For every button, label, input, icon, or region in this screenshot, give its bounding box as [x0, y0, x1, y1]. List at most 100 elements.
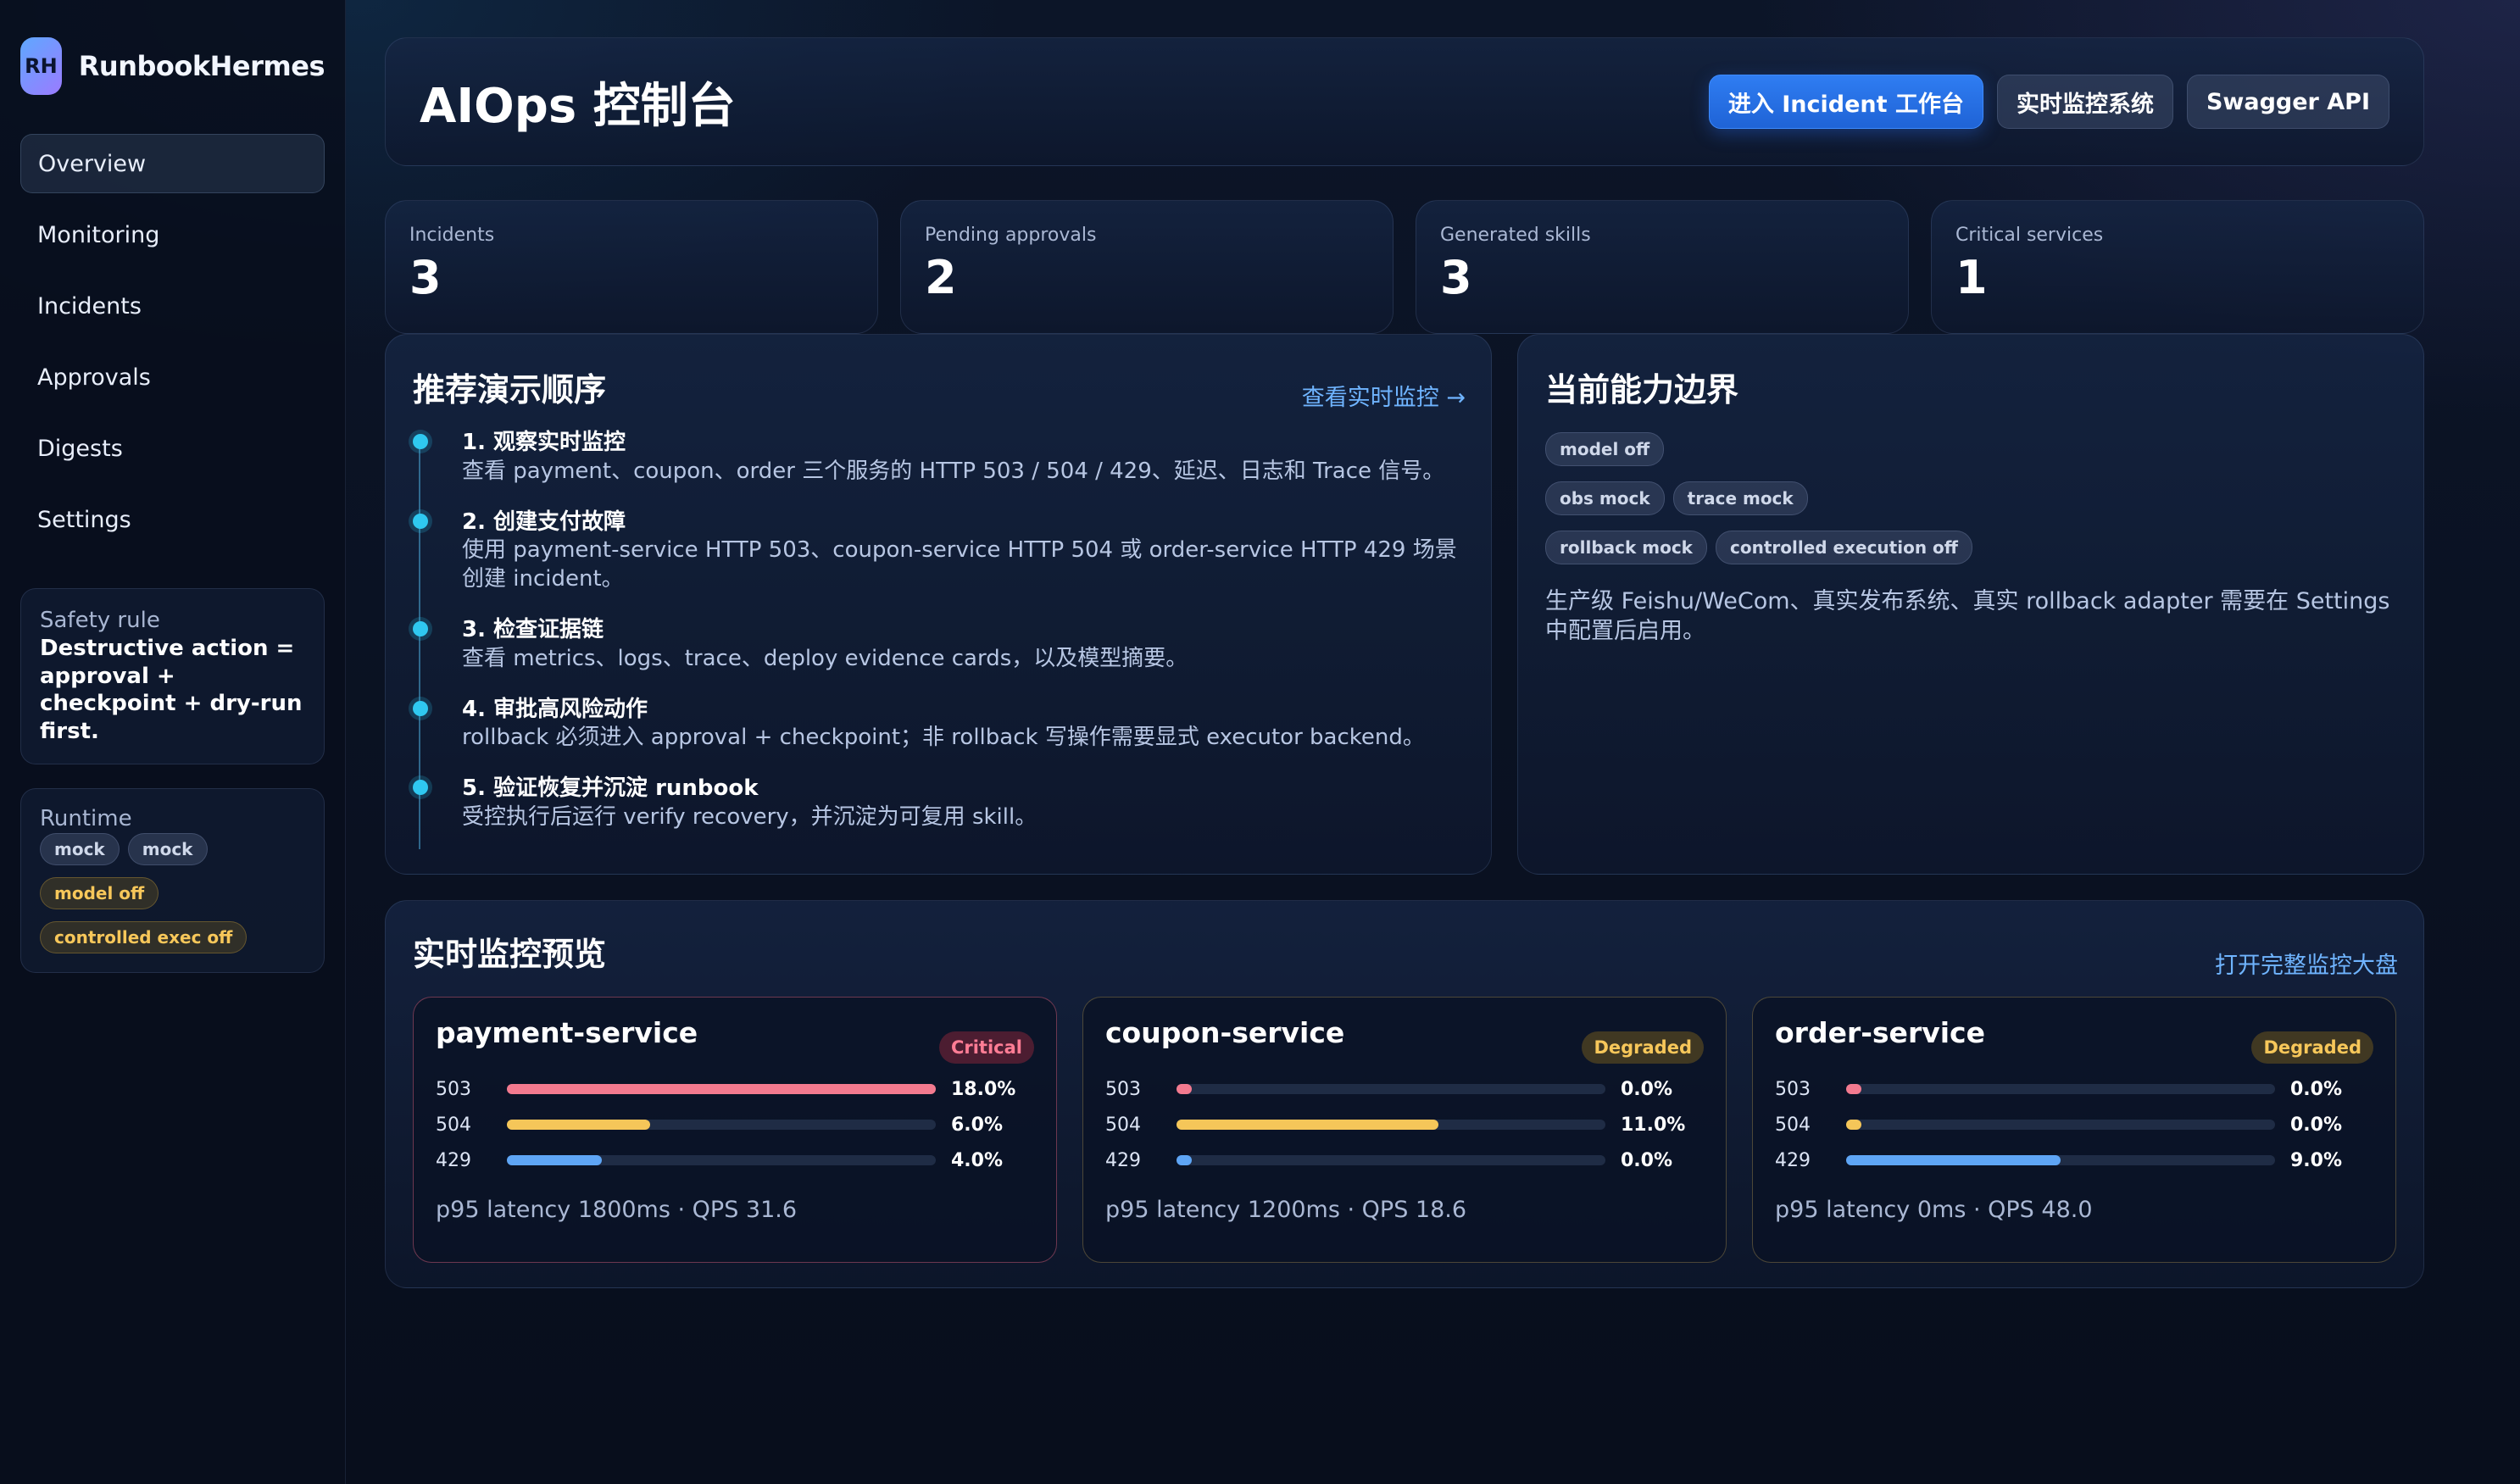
step-dot-icon [413, 620, 428, 636]
stats-row: Incidents 3 Pending approvals 2 Generate… [385, 200, 2424, 334]
capability-bounds-panel: 当前能力边界 model off obs mock trace mock rol… [1517, 334, 2424, 875]
bar-track [507, 1155, 936, 1165]
sidebar-item-monitoring[interactable]: Monitoring [20, 205, 325, 264]
step-description: 查看 metrics、logs、trace、deploy evidence ca… [462, 645, 1188, 671]
brand[interactable]: RH RunbookHermes [20, 37, 325, 95]
capability-chips: model off obs mock trace mock rollback m… [1545, 432, 2396, 564]
step-title: 2. 创建支付故障 [462, 509, 626, 535]
capability-chip: controlled execution off [1715, 531, 1972, 564]
bar-percent: 6.0% [951, 1114, 1004, 1136]
header-actions: 进入 Incident 工作台 实时监控系统 Swagger API [1708, 75, 2389, 129]
safety-rule-text: Destructive action = approval + checkpoi… [40, 636, 303, 744]
runtime-chip-obs: mock [40, 833, 120, 865]
swagger-api-button[interactable]: Swagger API [2186, 75, 2389, 129]
error-rate-bars: 503 0.0% 504 0.0% 429 9.0% [1775, 1071, 2373, 1178]
bar-row-429: 429 0.0% [1105, 1142, 1704, 1178]
capability-chip: rollback mock [1545, 531, 1707, 564]
stat-value: 3 [1440, 251, 1472, 304]
bar-row-503: 503 18.0% [436, 1071, 1034, 1107]
service-latency-qps: p95 latency 1800ms · QPS 31.6 [436, 1197, 798, 1223]
bar-row-504: 504 11.0% [1105, 1107, 1704, 1142]
stat-value: 3 [409, 251, 442, 304]
sidebar: RH RunbookHermes Overview Monitoring Inc… [0, 0, 346, 1484]
bar-code: 429 [1105, 1149, 1141, 1171]
service-card-coupon[interactable]: coupon-service Degraded 503 0.0% 504 11.0% 4… [1082, 997, 1727, 1263]
step-description: 查看 payment、coupon、order 三个服务的 HTTP 503 /… [462, 458, 1445, 484]
stat-value: 2 [925, 251, 957, 304]
demo-order-panel: 推荐演示顺序 查看实时监控 → 1. 观察实时监控 查看 payment、cou… [385, 334, 1492, 875]
bar-code: 503 [1775, 1078, 1811, 1100]
bar-code: 503 [1105, 1078, 1141, 1100]
capability-chip: obs mock [1545, 481, 1665, 515]
stat-card-incidents: Incidents 3 [385, 200, 878, 334]
bar-percent: 0.0% [2290, 1114, 2343, 1136]
incident-workbench-button[interactable]: 进入 Incident 工作台 [1708, 75, 1983, 129]
service-latency-qps: p95 latency 1200ms · QPS 18.6 [1105, 1197, 1467, 1223]
bar-percent: 11.0% [1621, 1114, 1686, 1136]
bar-percent: 0.0% [1621, 1078, 1673, 1100]
runtime-card: Runtime mock mock model off controlled e… [20, 788, 325, 973]
service-latency-qps: p95 latency 0ms · QPS 48.0 [1775, 1197, 2093, 1223]
bar-track [1177, 1084, 1605, 1094]
bar-code: 429 [1775, 1149, 1811, 1171]
sidebar-item-approvals[interactable]: Approvals [20, 347, 325, 407]
step-dot-icon [413, 434, 428, 449]
stat-label: Critical services [1955, 225, 2104, 246]
bar-percent: 0.0% [2290, 1078, 2343, 1100]
bar-fill-504 [507, 1120, 650, 1130]
capability-chip: model off [1545, 432, 1665, 466]
step-title: 4. 审批高风险动作 [462, 696, 648, 722]
bar-percent: 9.0% [2290, 1149, 2343, 1171]
bar-track [507, 1120, 936, 1130]
step-description: 使用 payment-service HTTP 503、coupon-servi… [462, 537, 1457, 592]
bar-percent: 4.0% [951, 1149, 1004, 1171]
bar-fill-504 [1177, 1120, 1439, 1130]
step-title: 3. 检查证据链 [462, 616, 604, 642]
brand-logo: RH [20, 37, 62, 95]
runtime-chip-trace: mock [127, 833, 208, 865]
bar-code: 504 [1105, 1114, 1141, 1136]
stat-card-generated-skills: Generated skills 3 [1416, 200, 1909, 334]
monitoring-system-button[interactable]: 实时监控系统 [1996, 75, 2173, 129]
service-card-order[interactable]: order-service Degraded 503 0.0% 504 0.0% 429… [1752, 997, 2396, 1263]
bar-track [1846, 1155, 2275, 1165]
stat-label: Incidents [409, 225, 495, 246]
step-dot-icon [413, 780, 428, 796]
sidebar-item-settings[interactable]: Settings [20, 490, 325, 549]
runtime-label: Runtime [40, 806, 132, 831]
bar-row-504: 504 0.0% [1775, 1107, 2373, 1142]
bar-code: 504 [436, 1114, 471, 1136]
brand-name: RunbookHermes [78, 50, 325, 82]
status-badge: Degraded [2251, 1031, 2373, 1064]
service-cards: payment-service Critical 503 18.0% 504 6.0%… [413, 997, 2396, 1263]
timeline-step: 4. 审批高风险动作 rollback 必须进入 approval + chec… [413, 696, 1464, 753]
capability-bounds-title: 当前能力边界 [1545, 371, 1739, 409]
sidebar-nav: Overview Monitoring Incidents Approvals … [20, 134, 325, 549]
bar-track [1846, 1084, 2275, 1094]
bar-fill-503 [1177, 1084, 1192, 1094]
sidebar-item-overview[interactable]: Overview [20, 134, 325, 193]
timeline-step: 3. 检查证据链 查看 metrics、logs、trace、deploy ev… [413, 616, 1464, 674]
demo-timeline: 1. 观察实时监控 查看 payment、coupon、order 三个服务的 … [413, 429, 1464, 849]
bar-track [1177, 1120, 1605, 1130]
bar-fill-503 [1846, 1084, 1861, 1094]
timeline-step: 2. 创建支付故障 使用 payment-service HTTP 503、co… [413, 509, 1464, 594]
sidebar-item-digests[interactable]: Digests [20, 419, 325, 478]
status-badge: Degraded [1582, 1031, 1704, 1064]
service-card-payment[interactable]: payment-service Critical 503 18.0% 504 6.0%… [413, 997, 1057, 1263]
stat-label: Pending approvals [925, 225, 1097, 246]
sidebar-item-incidents[interactable]: Incidents [20, 276, 325, 336]
bar-track [1846, 1120, 2275, 1130]
step-dot-icon [413, 513, 428, 529]
bar-fill-504 [1846, 1120, 1861, 1130]
step-title: 1. 观察实时监控 [462, 430, 626, 455]
stat-value: 1 [1955, 251, 1988, 304]
page-header: AIOps 控制台 进入 Incident 工作台 实时监控系统 Swagger… [385, 37, 2424, 166]
safety-rule-card: Safety rule Destructive action = approva… [20, 588, 325, 764]
stat-card-pending-approvals: Pending approvals 2 [900, 200, 1394, 334]
view-monitoring-link[interactable]: 查看实时监控 → [1302, 379, 1466, 412]
status-badge: Critical [938, 1031, 1034, 1064]
capability-bounds-note: 生产级 Feishu/WeCom、真实发布系统、真实 rollback adap… [1545, 588, 2390, 645]
open-full-dashboard-link[interactable]: 打开完整监控大盘 [2215, 947, 2398, 980]
monitoring-preview-title: 实时监控预览 [413, 936, 607, 973]
